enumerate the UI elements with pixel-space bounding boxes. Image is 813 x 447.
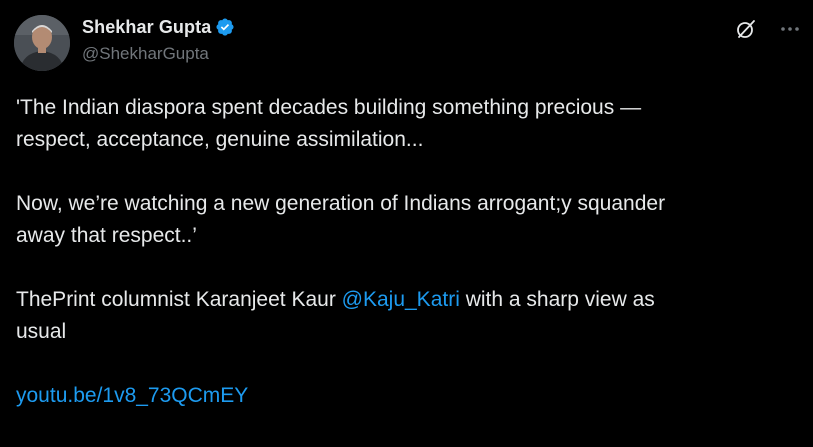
- avatar[interactable]: [14, 15, 70, 71]
- grok-icon[interactable]: [735, 18, 757, 40]
- mention-link[interactable]: @Kaju_Katri: [342, 288, 460, 311]
- tweet-line: Now, we’re watching a new generation of …: [16, 192, 666, 215]
- tweet-line: 'The Indian diaspora spent decades build…: [16, 96, 642, 119]
- more-icon[interactable]: [779, 18, 801, 40]
- display-name[interactable]: Shekhar Gupta: [82, 17, 211, 38]
- author-info: Shekhar Gupta @ShekharGupta: [82, 16, 235, 64]
- header-actions: [735, 18, 801, 40]
- tweet-line: usual: [16, 320, 67, 343]
- tweet-text-segment: ThePrint columnist Karanjeet Kaur: [16, 288, 342, 311]
- avatar-image: [14, 15, 70, 71]
- tweet-line: respect, acceptance, genuine assimilatio…: [16, 128, 424, 151]
- tweet-card: Shekhar Gupta @ShekharGupta 'The Indian …: [0, 0, 813, 447]
- verified-badge-icon: [215, 17, 235, 37]
- tweet-text-segment: with a sharp view as: [459, 288, 655, 311]
- tweet-line: youtu.be/1v8_73QCmEY: [16, 380, 796, 412]
- handle[interactable]: @ShekharGupta: [82, 44, 235, 64]
- video-link[interactable]: youtu.be/1v8_73QCmEY: [16, 384, 248, 407]
- tweet-line: away that respect..’: [16, 224, 197, 247]
- tweet-line: ThePrint columnist Karanjeet Kaur @Kaju_…: [16, 284, 796, 316]
- tweet-text: 'The Indian diaspora spent decades build…: [16, 92, 796, 412]
